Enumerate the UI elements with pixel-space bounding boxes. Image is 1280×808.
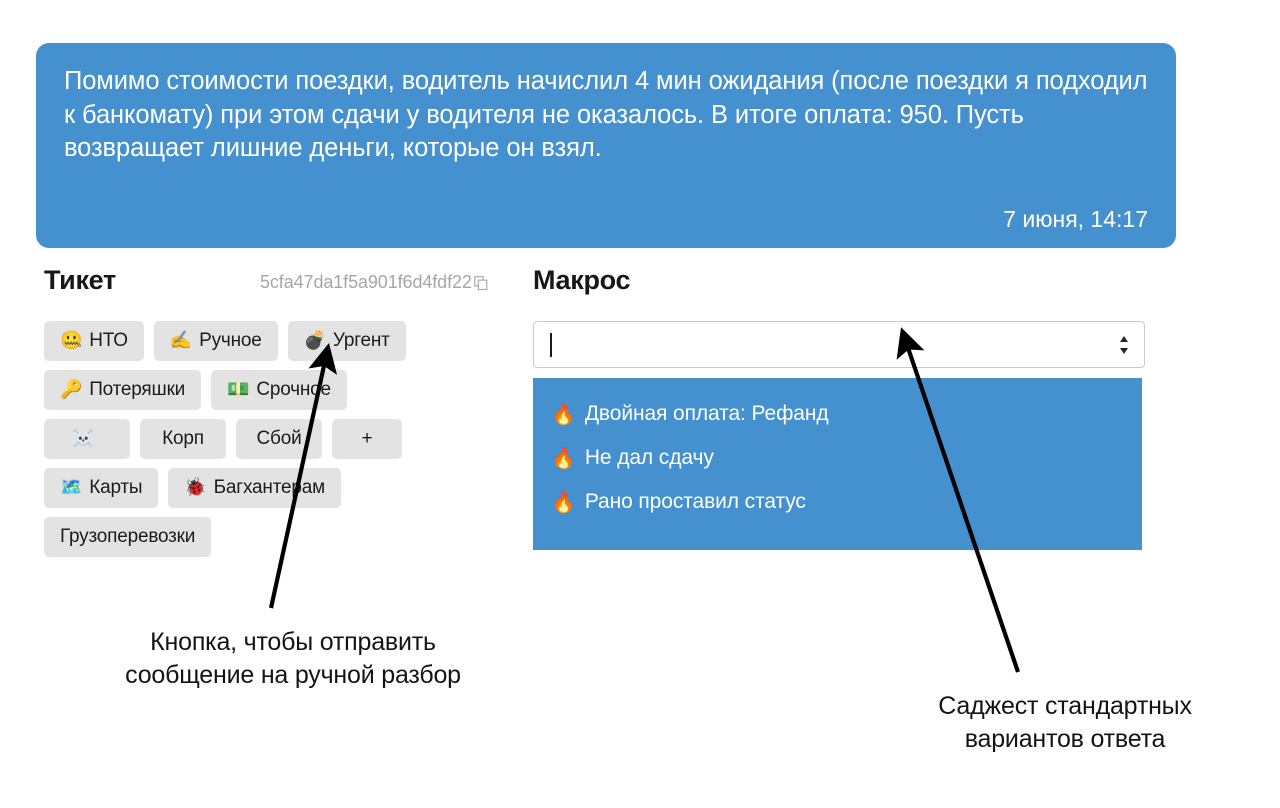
chat-message-text: Помимо стоимости поездки, водитель начис… <box>64 67 1155 162</box>
tag-button-korp[interactable]: Корп <box>140 419 226 459</box>
tag-button-label: Корп <box>162 428 204 449</box>
macro-input[interactable] <box>533 321 1145 368</box>
ticket-tag-row: 🗺️ Карты 🐞 Багхантерам <box>44 468 524 508</box>
copy-icon[interactable] <box>474 276 489 291</box>
tag-button-sboy[interactable]: Сбой <box>236 419 322 459</box>
ticket-tag-row: ☠️ Корп Сбой + <box>44 419 524 459</box>
ladybug-icon: 🐞 <box>184 477 207 498</box>
ticket-panel-title: Тикет <box>44 265 116 295</box>
map-icon: 🗺️ <box>60 477 83 498</box>
tag-button-manual[interactable]: ✍️ Ручное <box>153 321 278 361</box>
tag-button-label: НТО <box>89 330 128 351</box>
tag-button-maps[interactable]: 🗺️ Карты <box>44 468 159 508</box>
macro-panel: Макрос 🔥 Двойная оплата: Рефанд 🔥 Не дал… <box>533 265 1145 550</box>
ticket-id-text: 5cfa47da1f5a901f6d4fdf22 <box>260 272 472 292</box>
macro-suggestion-item[interactable]: 🔥 Рано проставил статус <box>533 480 1142 524</box>
tag-button-label: Ручное <box>199 330 262 351</box>
fire-icon: 🔥 <box>551 490 576 514</box>
macro-suggestion-label: Двойная оплата: Рефанд <box>584 402 829 425</box>
macro-suggestion-label: Рано проставил статус <box>584 490 806 513</box>
key-icon: 🔑 <box>60 379 83 400</box>
ticket-tag-row: Грузоперевозки <box>44 517 524 557</box>
ticket-id-group[interactable]: 5cfa47da1f5a901f6d4fdf22 <box>260 272 489 293</box>
chat-message-bubble: Помимо стоимости поездки, водитель начис… <box>36 43 1176 248</box>
ticket-tag-row: 🔑 Потеряшки 💵 Срочное <box>44 370 524 410</box>
tag-button-label: Ургент <box>332 330 390 351</box>
tag-button-label: Карты <box>89 477 143 498</box>
zipper-mouth-face-icon: 🤐 <box>60 330 83 351</box>
updown-spinner-icon[interactable] <box>1118 334 1130 356</box>
ticket-tag-list: 🤐 НТО ✍️ Ручное 💣 Ургент 🔑 Потеряшки 💵 С… <box>44 321 524 557</box>
annotation-caption-manual-button: Кнопка, чтобы отправить сообщение на руч… <box>125 628 461 689</box>
tag-button-urgent[interactable]: 💣 Ургент <box>287 321 406 361</box>
macro-suggestion-label: Не дал сдачу <box>584 446 714 469</box>
ticket-panel-header: Тикет 5cfa47da1f5a901f6d4fdf22 <box>44 265 524 305</box>
text-cursor <box>550 333 552 357</box>
bomb-icon: 💣 <box>303 330 326 351</box>
tag-button-bughunters[interactable]: 🐞 Багхантерам <box>168 468 341 508</box>
tag-button-srochnoe[interactable]: 💵 Срочное <box>211 370 347 410</box>
tag-button-skull[interactable]: ☠️ <box>44 419 130 459</box>
tag-button-add[interactable]: + <box>332 419 402 459</box>
tag-button-label: Потеряшки <box>89 379 186 400</box>
tag-button-label: Багхантерам <box>213 477 326 498</box>
macro-panel-title: Макрос <box>533 265 631 295</box>
writing-hand-icon: ✍️ <box>169 330 193 351</box>
tag-button-nto[interactable]: 🤐 НТО <box>44 321 144 361</box>
fire-icon: 🔥 <box>551 446 576 470</box>
tag-button-label: + <box>361 428 373 449</box>
macro-input-wrapper <box>533 321 1145 368</box>
tag-button-label: Срочное <box>256 379 331 400</box>
banknote-icon: 💵 <box>227 379 250 400</box>
ticket-tag-row: 🤐 НТО ✍️ Ручное 💣 Ургент <box>44 321 524 361</box>
tag-button-label: Грузоперевозки <box>60 526 196 547</box>
ticket-panel: Тикет 5cfa47da1f5a901f6d4fdf22 🤐 НТО ✍️ … <box>44 265 524 566</box>
tag-button-freight[interactable]: Грузоперевозки <box>44 517 212 557</box>
annotation-caption-macro-suggest: Саджест стандартных вариантов ответа <box>938 692 1192 753</box>
macro-panel-header: Макрос <box>533 265 1145 305</box>
chat-message-timestamp: 7 июня, 14:17 <box>1003 206 1148 232</box>
fire-icon: 🔥 <box>551 402 576 426</box>
tag-button-label: Сбой <box>256 428 302 449</box>
tag-button-lost-items[interactable]: 🔑 Потеряшки <box>44 370 202 410</box>
macro-suggestion-item[interactable]: 🔥 Не дал сдачу <box>533 436 1142 480</box>
macro-suggestion-list: 🔥 Двойная оплата: Рефанд 🔥 Не дал сдачу … <box>533 378 1142 550</box>
skull-and-crossbones-icon: ☠️ <box>72 428 95 449</box>
macro-suggestion-item[interactable]: 🔥 Двойная оплата: Рефанд <box>533 392 1142 436</box>
